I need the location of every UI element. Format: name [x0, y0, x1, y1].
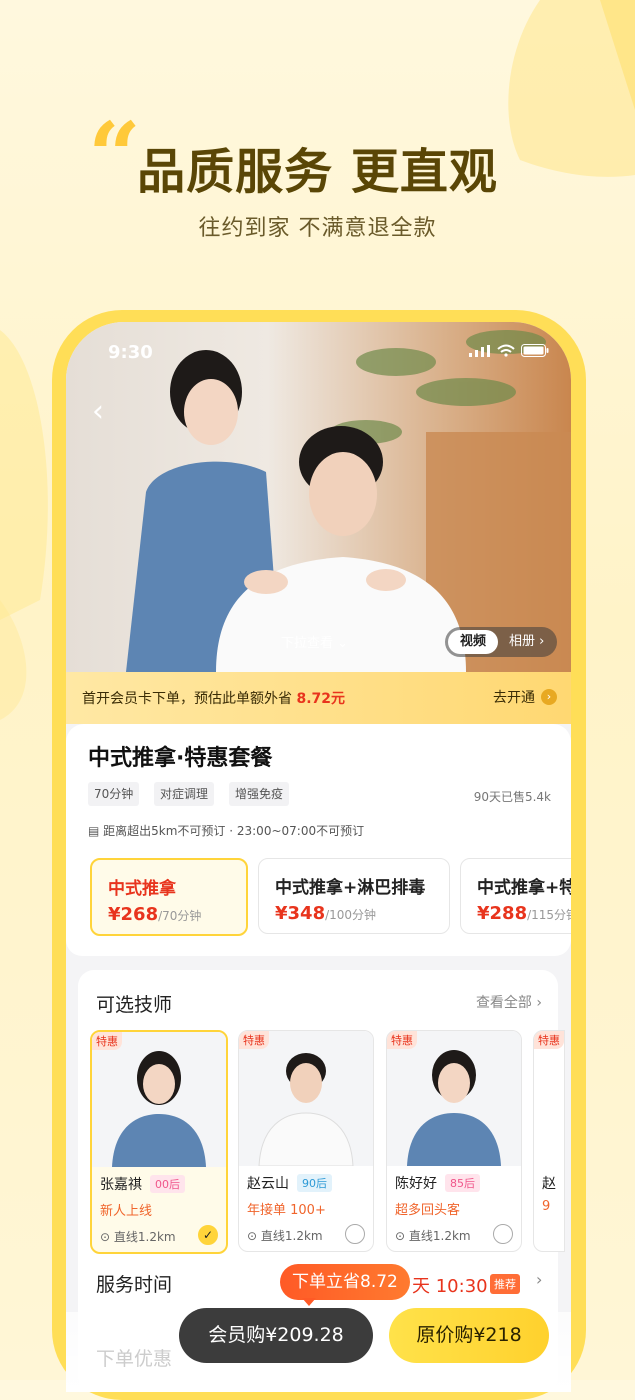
member-buy-button[interactable]: 会员购¥209.28 — [179, 1308, 373, 1363]
status-time: 9:30 — [108, 342, 153, 363]
distance-text: 直线1.2km — [113, 1230, 176, 1244]
recommend-badge: 推荐 — [490, 1274, 520, 1294]
tag-symptom: 对症调理 — [154, 782, 215, 806]
product-title: 中式推拿·特惠套餐 — [88, 746, 273, 771]
discount-badge: 特惠 — [534, 1031, 564, 1049]
phone-screen: 9:30 ‹ 下拉查看 ⌄ 视频 相册 › 首开会员卡下单，预估此单额外省 8.… — [66, 322, 571, 1392]
technician-card[interactable]: 特惠 张嘉祺 00后 新人上线 ⊙ 直线1.2km ✓ — [90, 1030, 228, 1254]
save-bubble-tail — [302, 1298, 316, 1306]
package-option[interactable]: 中式推拿 ¥268/70分钟 — [90, 858, 248, 936]
chevron-right-icon[interactable]: › — [536, 1270, 542, 1289]
promo-open-link[interactable]: 去开通 — [493, 687, 535, 707]
package-price: ¥268/70分钟 — [108, 904, 201, 925]
discount-badge: 特惠 — [239, 1031, 269, 1049]
distance-text: 直线1.2km — [408, 1229, 471, 1243]
technician-distance: ⊙ 直线1.2km — [247, 1227, 323, 1244]
save-bubble: 下单立省8.72 — [280, 1264, 410, 1300]
technician-card[interactable]: 特惠 赵云山 90后 年接单 100+ ⊙ 直线1.2km — [238, 1030, 374, 1252]
video-tab[interactable]: 视频 — [448, 630, 498, 654]
promo-text: 首开会员卡下单，预估此单额外省 8.72元 — [82, 688, 345, 708]
technician-distance: ⊙ 直线1.2km — [395, 1227, 471, 1244]
technician-age-tag: 00后 — [150, 1175, 185, 1193]
technician-photo: 特惠 — [239, 1031, 373, 1166]
booking-notice: ▤ 距离超出5km不可预订 · 23:00~07:00不可预订 — [88, 822, 364, 839]
technician-stat: 年接单 100+ — [247, 1203, 326, 1218]
price-value: ¥268 — [108, 904, 159, 925]
service-photo[interactable]: 9:30 ‹ 下拉查看 ⌄ 视频 相册 › — [66, 322, 571, 672]
coupon-section-title: 下单优惠 — [96, 1348, 173, 1370]
tag-immunity: 增强免疫 — [229, 782, 290, 806]
package-option[interactable]: 中式推拿+特 ¥288/115分钟 — [460, 858, 571, 934]
technician-photo: 特惠 — [387, 1031, 521, 1166]
checkbox-empty-icon[interactable] — [345, 1224, 365, 1244]
technician-stat: 9 — [542, 1199, 551, 1214]
package-name: 中式推拿 — [108, 879, 176, 899]
discount-badge: 特惠 — [92, 1032, 122, 1050]
pull-down-hint: 下拉查看 ⌄ — [281, 636, 349, 651]
package-name: 中式推拿+淋巴排毒 — [275, 878, 426, 898]
package-price: ¥348/100分钟 — [275, 903, 376, 924]
album-tab[interactable]: 相册 › — [509, 627, 544, 657]
checkbox-checked-icon[interactable]: ✓ — [198, 1225, 218, 1245]
price-value: ¥348 — [275, 903, 326, 924]
technician-name: 张嘉祺 — [100, 1177, 142, 1193]
tag-duration: 70分钟 — [88, 782, 140, 806]
status-icons — [469, 344, 549, 357]
battery-icon — [521, 344, 549, 357]
signal-icon — [469, 344, 490, 357]
membership-promo[interactable]: 首开会员卡下单，预估此单额外省 8.72元 去开通 › — [66, 672, 571, 724]
checkbox-empty-icon[interactable] — [493, 1224, 513, 1244]
technician-stat: 新人上线 — [100, 1204, 153, 1219]
price-duration: /70分钟 — [158, 909, 202, 923]
distance-text: 直线1.2km — [260, 1229, 323, 1243]
technician-card-partial[interactable]: 特惠 赵 9 — [533, 1030, 565, 1252]
sold-count: 90天已售5.4k — [473, 790, 551, 804]
technician-stat: 超多回头客 — [395, 1203, 461, 1218]
package-price: ¥288/115分钟 — [477, 903, 571, 924]
package-option[interactable]: 中式推拿+淋巴排毒 ¥348/100分钟 — [258, 858, 450, 934]
package-name: 中式推拿+特 — [477, 878, 571, 898]
location-pin-icon: ⊙ — [100, 1230, 114, 1244]
back-icon[interactable]: ‹ — [92, 394, 104, 429]
notice-icon: ▤ — [88, 824, 104, 838]
location-pin-icon: ⊙ — [395, 1229, 409, 1243]
technician-age-tag: 85后 — [445, 1174, 480, 1192]
technician-card[interactable]: 特惠 陈好好 85后 超多回头客 ⊙ 直线1.2km — [386, 1030, 522, 1252]
notice-text: 距离超出5km不可预订 · 23:00~07:00不可预订 — [103, 824, 365, 838]
promo-label: 首开会员卡下单，预估此单额外省 — [82, 691, 292, 707]
service-time-title: 服务时间 — [96, 1274, 173, 1296]
promo-arrow-icon[interactable]: › — [541, 689, 557, 705]
massage-illustration — [126, 330, 571, 672]
hero-title: 品质服务 更直观 — [137, 144, 498, 200]
technician-name: 陈好好 — [395, 1176, 437, 1192]
technician-photo: 特惠 — [92, 1032, 226, 1167]
price-value: ¥288 — [477, 903, 528, 924]
technician-distance: ⊙ 直线1.2km — [100, 1228, 176, 1245]
view-all-link[interactable]: 查看全部 › — [476, 992, 542, 1012]
technician-section-title: 可选技师 — [96, 994, 173, 1016]
original-buy-button[interactable]: 原价购¥218 — [389, 1308, 549, 1363]
price-duration: /115分钟 — [527, 908, 571, 922]
hero-subtitle: 往约到家 不满意退全款 — [198, 216, 437, 241]
technician-age-tag: 90后 — [297, 1174, 332, 1192]
price-duration: /100分钟 — [325, 908, 377, 922]
wifi-icon — [497, 344, 515, 357]
location-pin-icon: ⊙ — [247, 1229, 261, 1243]
technician-name: 赵云山 — [247, 1176, 289, 1192]
discount-badge: 特惠 — [387, 1031, 417, 1049]
product-card: 中式推拿·特惠套餐 70分钟 对症调理 增强免疫 90天已售5.4k ▤ 距离超… — [66, 724, 571, 956]
service-time-value[interactable]: 天 10:30 — [412, 1272, 488, 1298]
technician-name: 赵 — [542, 1176, 556, 1192]
promo-amount: 8.72元 — [296, 691, 345, 707]
media-toggle: 视频 相册 › — [445, 627, 557, 657]
